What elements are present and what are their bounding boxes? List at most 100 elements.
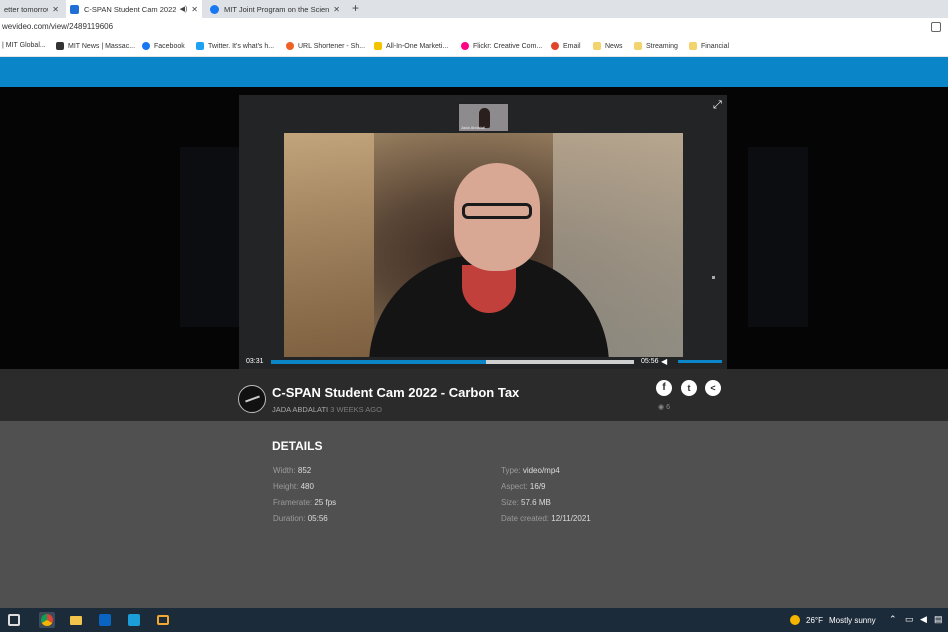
bookmark-url-shortener[interactable]: URL Shortener - Sh... <box>286 42 365 50</box>
close-icon[interactable]: ✕ <box>52 5 59 14</box>
bookmark-label: MIT News | Massac... <box>68 42 136 50</box>
bookmark-label: URL Shortener - Sh... <box>298 42 366 50</box>
bookmark-label: Financial <box>701 42 730 50</box>
mail-icon[interactable] <box>155 612 171 628</box>
bookmark-twitter[interactable]: Twitter. It's what's h... <box>196 42 274 50</box>
close-icon[interactable]: ✕ <box>191 5 198 14</box>
close-icon[interactable]: ✕ <box>333 5 340 14</box>
bookmark-mit-news[interactable]: MIT News | Massac... <box>56 42 135 50</box>
detail-value: 05:56 <box>307 514 328 523</box>
weather-widget[interactable]: 26°F Mostly sunny <box>790 615 876 625</box>
mouse-cursor <box>712 276 715 279</box>
bookmark-financial-folder[interactable]: Financial <box>689 42 729 50</box>
author-name[interactable]: JADA ABDALATI <box>272 405 328 414</box>
folder-icon <box>689 42 697 50</box>
twitter-share-icon[interactable]: t <box>681 380 697 396</box>
bookmark-marketing[interactable]: All-In-One Marketi... <box>374 42 448 50</box>
tab-mit-joint-program[interactable]: MIT Joint Program on the Science ✕ <box>206 0 344 18</box>
tab-previous[interactable]: etter tomorrow ✕ <box>0 0 63 18</box>
sun-icon <box>790 615 800 625</box>
detail-label: Height: <box>273 482 299 491</box>
site-header <box>0 57 948 87</box>
network-icon[interactable]: ▭ <box>905 614 914 625</box>
tab-cspan-video[interactable]: C-SPAN Student Cam 2022 - ◀) ✕ <box>66 0 202 18</box>
video-frame[interactable] <box>284 133 683 357</box>
detail-label: Type: <box>501 466 521 475</box>
video-byline: JADA ABDALATI 3 WEEKS AGO <box>272 405 382 414</box>
background-blur-left <box>180 147 240 327</box>
bookmark-label: News <box>605 42 623 50</box>
detail-label: Date created: <box>501 514 550 523</box>
video-title: C-SPAN Student Cam 2022 - Carbon Tax <box>272 385 520 400</box>
browser-tab-strip: etter tomorrow ✕ C-SPAN Student Cam 2022… <box>0 0 948 18</box>
detail-value: video/mp4 <box>522 466 560 475</box>
detail-value: 480 <box>300 482 314 491</box>
progress-fill <box>271 360 487 364</box>
progress-bar[interactable] <box>271 360 634 364</box>
participant-thumbnail: Jada Abdalati <box>458 103 509 132</box>
mail-shape <box>157 615 169 625</box>
folder-icon <box>634 42 642 50</box>
task-view-icon[interactable] <box>8 614 20 626</box>
fullscreen-icon[interactable]: ⤢ <box>713 99 722 112</box>
address-bar: wevideo.com/view/2489119606 <box>0 18 948 37</box>
view-count-value: 6 <box>666 404 670 411</box>
bookmark-label: Streaming <box>646 42 678 50</box>
bookmark-flickr[interactable]: Flickr: Creative Com... <box>461 42 542 50</box>
bookmark-news-folder[interactable]: News <box>593 42 623 50</box>
facebook-share-icon[interactable]: f <box>656 380 672 396</box>
url-field[interactable]: wevideo.com/view/2489119606 <box>2 22 113 31</box>
chevron-up-icon[interactable]: ⌃ <box>889 614 897 625</box>
outlook-shape <box>99 614 111 626</box>
details-panel <box>0 421 948 608</box>
new-tab-button[interactable]: + <box>352 1 359 15</box>
volume-icon[interactable]: ◀ <box>661 357 667 366</box>
detail-label: Duration: <box>273 514 306 523</box>
detail-label: Width: <box>273 466 296 475</box>
keyboard-icon[interactable]: ▤ <box>934 614 943 625</box>
detail-value: 25 fps <box>314 498 337 507</box>
url-shortener-icon <box>286 42 294 50</box>
share-icon[interactable]: < <box>705 380 721 396</box>
detail-width: Width: 852 <box>273 466 311 475</box>
detail-value: 852 <box>297 466 312 475</box>
chrome-icon[interactable] <box>39 612 55 628</box>
chrome-logo <box>41 614 53 626</box>
bookmark-label: Facebook <box>154 42 185 50</box>
speaker-icon[interactable]: ◀) <box>180 5 188 13</box>
bookmark-label: | MIT Global... <box>2 42 46 49</box>
file-explorer-icon[interactable] <box>68 612 84 628</box>
facebook-favicon-icon <box>210 4 219 14</box>
mit-news-icon <box>56 42 64 50</box>
thumbnail-caption: Jada Abdalati <box>461 125 486 130</box>
detail-label: Size: <box>501 498 519 507</box>
email-icon <box>551 42 559 50</box>
volume-slider[interactable] <box>678 360 722 363</box>
outlook-icon[interactable] <box>97 612 113 628</box>
wevideo-favicon-icon <box>70 4 79 14</box>
total-time: 05:56 <box>641 358 659 365</box>
bookmark-facebook[interactable]: Facebook <box>142 42 185 50</box>
weather-temp: 26°F <box>806 615 823 625</box>
detail-value: 12/11/2021 <box>551 514 591 523</box>
store-icon[interactable] <box>126 612 142 628</box>
bookmark-label: All-In-One Marketi... <box>386 42 449 50</box>
bookmark-mit-global[interactable]: | MIT Global... <box>2 42 46 49</box>
bookmark-email[interactable]: Email <box>551 42 581 50</box>
detail-value: 16/9 <box>529 482 546 491</box>
detail-aspect: Aspect: 16/9 <box>501 482 546 491</box>
folder-shape <box>70 616 82 625</box>
twitter-icon <box>196 42 204 50</box>
bookmark-label: Flickr: Creative Com... <box>473 42 543 50</box>
detail-label: Framerate: <box>273 498 313 507</box>
marketing-icon <box>374 42 382 50</box>
background-left <box>284 133 374 357</box>
folder-icon <box>593 42 601 50</box>
volume-tray-icon[interactable]: ◀ <box>920 614 927 625</box>
tab-label: MIT Joint Program on the Science <box>224 4 330 14</box>
current-time: 03:31 <box>246 358 264 365</box>
channel-avatar[interactable] <box>238 385 266 413</box>
bookmark-streaming-folder[interactable]: Streaming <box>634 42 678 50</box>
share-page-icon[interactable] <box>931 22 941 32</box>
detail-height: Height: 480 <box>273 482 314 491</box>
